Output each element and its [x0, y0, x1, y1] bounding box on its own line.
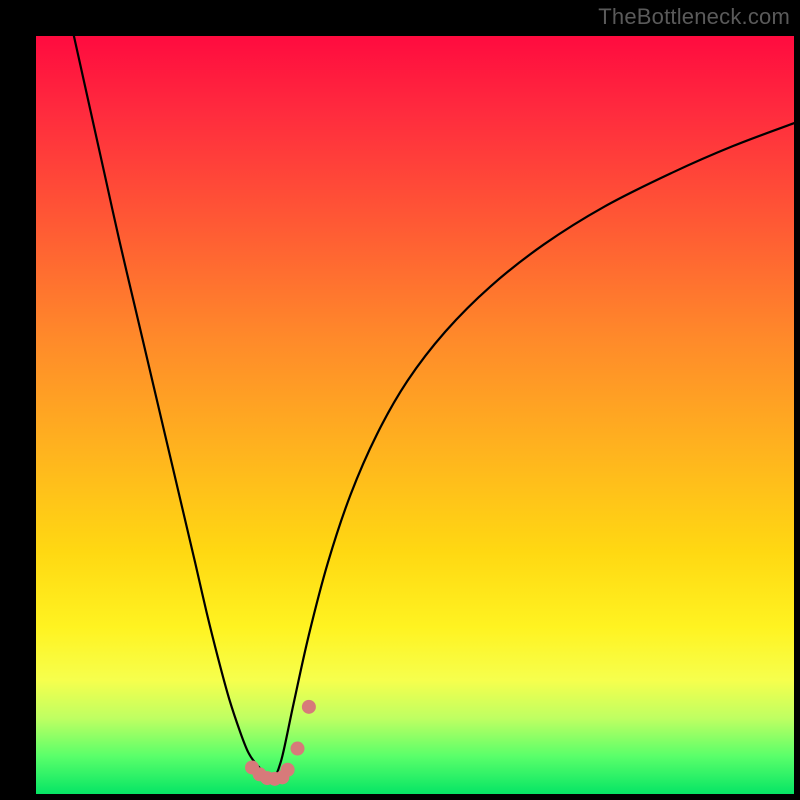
valley-marker [281, 763, 295, 777]
curve-left-branch [74, 36, 275, 779]
chart-svg [36, 36, 794, 794]
watermark-text: TheBottleneck.com [598, 4, 790, 30]
chart-frame: TheBottleneck.com [0, 0, 800, 800]
valley-marker [302, 700, 316, 714]
valley-marker [291, 742, 305, 756]
plot-area [36, 36, 794, 794]
valley-markers [245, 700, 316, 786]
curve-right-branch [275, 123, 794, 779]
